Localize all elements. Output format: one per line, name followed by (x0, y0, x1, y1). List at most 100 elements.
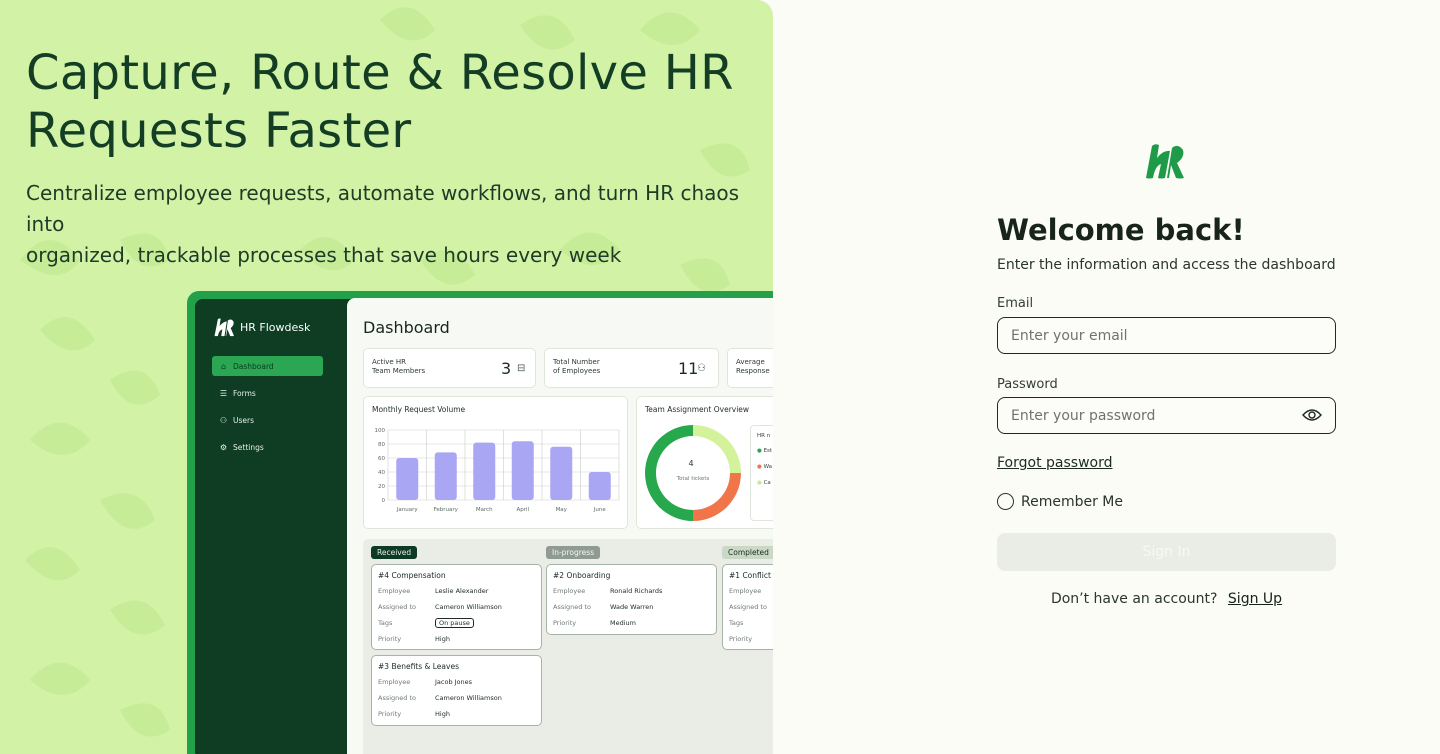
show-password-icon[interactable] (1302, 408, 1322, 422)
ticket-card: #2 Onboarding Employee Ronald Richards As… (546, 564, 717, 635)
bar (511, 441, 534, 500)
ticket-field-employee: Employee Leslie Alexander (378, 587, 489, 595)
preview-nav-label: Dashboard (233, 361, 274, 371)
x-tick-label: May (556, 507, 568, 513)
hero-title-line-2: Requests Faster (26, 103, 412, 159)
stat-value: 3 (501, 359, 512, 378)
welcome-subtitle: Enter the information and access the das… (997, 257, 1336, 273)
y-tick-label: 100 (375, 428, 386, 434)
sign-in-button[interactable]: Sign In (997, 533, 1336, 571)
legend-item: ● Wa (757, 464, 773, 470)
gear-icon: ⚙ (219, 442, 228, 452)
preview-page-title: Dashboard (363, 318, 450, 337)
x-tick-label: February (434, 507, 459, 513)
home-icon: ⌂ (220, 361, 227, 371)
password-field[interactable] (1011, 398, 1291, 433)
email-field-wrapper (997, 317, 1336, 354)
preview-nav-label: Settings (233, 442, 264, 452)
donut-center-label: Total tickets (676, 476, 710, 482)
remember-me-radio[interactable] (997, 493, 1014, 510)
ticket-field-tags: Tags On pause (378, 618, 474, 628)
donut-legend: HR n ● Est ● Wa ● Ca (750, 425, 773, 521)
stat-card-response: Average Response (727, 348, 773, 388)
donut-center-value: 4 (688, 459, 694, 468)
donut-chart-panel: Team Assignment Overview 4 Total tickets… (636, 396, 773, 529)
ticket-card: #3 Benefits & Leaves Employee Jacob Jones… (371, 655, 542, 726)
preview-nav-label: Users (233, 415, 255, 425)
stat-value: 11 (678, 359, 699, 378)
kanban-board: Received In-progress Completed #4 Compen… (363, 539, 773, 754)
password-field-wrapper (997, 397, 1336, 434)
ticket-title: #2 Onboarding (553, 571, 611, 580)
briefcase-icon: ⊟ (517, 363, 526, 374)
no-account-text: Don’t have an account? (1050, 591, 1218, 607)
y-tick-label: 0 (382, 498, 386, 504)
ticket-field-priority: Priority High (378, 635, 450, 643)
y-tick-label: 80 (378, 442, 385, 448)
ticket-field-assigned: Assigned to (729, 603, 767, 611)
ticket-field-assigned: Assigned to Wade Warren (553, 603, 654, 611)
ticket-field-priority: Priority (729, 635, 753, 643)
login-panel: Welcome back! Enter the information and … (997, 0, 1337, 754)
hr-logo-icon (1146, 144, 1184, 179)
legend-item: ● Ca (757, 480, 771, 486)
ticket-title: #4 Compensation (378, 571, 446, 580)
preview-brand-name: HR Flowdesk (240, 320, 311, 334)
x-tick-label: January (396, 507, 419, 513)
legend-dot-icon: ● (757, 480, 762, 486)
bar (473, 442, 496, 500)
ticket-field-assigned: Assigned to Cameron Williamson (378, 694, 502, 702)
people-icon: ⚇ (697, 363, 706, 374)
dashboard-preview: HR Flowdesk ⌂ Dashboard ☰ Forms ⚇ Users … (187, 291, 773, 754)
ticket-field-employee: Employee Ronald Richards (553, 587, 663, 595)
column-tag-received: Received (371, 546, 418, 559)
forgot-password-link[interactable]: Forgot password (997, 455, 1113, 471)
hr-logo-icon (214, 318, 234, 337)
ticket-field-employee: Employee Jacob Jones (378, 678, 473, 686)
users-icon: ⚇ (219, 415, 228, 425)
donut-legend-header: HR n (757, 433, 771, 439)
remember-me[interactable]: Remember Me (997, 493, 1123, 510)
hero-subtitle-line-1: Centralize employee requests, automate w… (26, 181, 740, 236)
x-tick-label: June (593, 507, 607, 513)
bar-chart-panel: Monthly Request Volume 100 80 60 40 20 0 Janua… (363, 396, 628, 529)
password-label: Password (997, 377, 1058, 392)
donut-slice (693, 425, 741, 473)
preview-nav-forms: ☰ Forms (212, 383, 323, 403)
preview-nav-settings: ⚙ Settings (212, 437, 323, 457)
hero-title-line-1: Capture, Route & Resolve HR (26, 45, 734, 101)
x-tick-label: April (516, 507, 529, 513)
ticket-field-assigned: Assigned to Cameron Williamson (378, 603, 502, 611)
donut-slice (645, 425, 693, 521)
ticket-title: #3 Benefits & Leaves (378, 662, 459, 671)
preview-nav-label: Forms (233, 388, 256, 398)
legend-item: ● Est (757, 448, 773, 454)
sign-up-link[interactable]: Sign Up (1228, 591, 1282, 607)
remember-me-label: Remember Me (1021, 493, 1123, 510)
stat-label: Average Response (736, 358, 770, 375)
hero-panel: Capture, Route & Resolve HR Requests Fas… (0, 0, 773, 754)
welcome-heading: Welcome back! (997, 213, 1245, 247)
bar (396, 458, 419, 500)
legend-dot-icon: ● (757, 448, 762, 454)
x-tick-label: March (476, 507, 493, 513)
bar (550, 446, 573, 500)
hero-title: Capture, Route & Resolve HR Requests Fas… (26, 44, 766, 160)
preview-main: Dashboard Active HR Team Members 3 ⊟ Tota… (347, 298, 773, 754)
email-field[interactable] (1011, 318, 1291, 353)
hero-subtitle-line-2: organized, trackable processes that save… (26, 243, 622, 267)
preview-brand: HR Flowdesk (212, 317, 310, 337)
y-tick-label: 40 (378, 470, 385, 476)
stat-label: Active HR Team Members (372, 358, 426, 375)
ticket-field-employee: Employee (729, 587, 762, 595)
bar-chart: 100 80 60 40 20 0 January February March April May… (375, 428, 620, 513)
ticket-card: #1 Conflict A Employee Assigned to Tags … (722, 564, 773, 650)
ticket-tag: On pause (435, 618, 474, 628)
preview-nav-users: ⚇ Users (212, 410, 323, 430)
stat-card-hr-team: Active HR Team Members 3 ⊟ (363, 348, 536, 388)
stat-card-employees: Total Number of Employees 11 ⚇ (544, 348, 719, 388)
hero-subtitle: Centralize employee requests, automate w… (26, 178, 766, 271)
ticket-field-priority: Priority Medium (553, 619, 636, 627)
column-tag-completed: Completed (722, 546, 773, 559)
y-tick-label: 20 (378, 484, 385, 490)
